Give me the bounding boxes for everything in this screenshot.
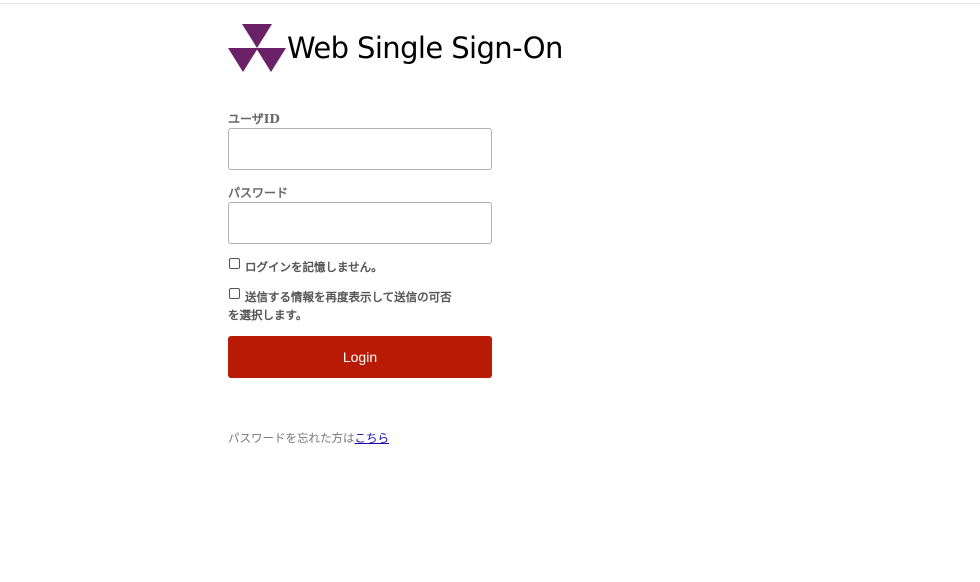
remember-option: ログインを記憶しません。 [228,258,478,276]
top-divider [0,3,980,4]
triangle-logo-icon [228,24,286,72]
consent-option: 送信する情報を再度表示して送信の可否を選択します。 [228,288,478,324]
remember-label: ログインを記憶しません。 [228,258,478,276]
forgot-password: パスワードを忘れた方はこちら [228,430,389,446]
login-button[interactable]: Login [228,336,492,378]
consent-checkbox[interactable] [229,288,240,299]
password-label: パスワード [228,186,289,200]
forgot-password-text: パスワードを忘れた方は [228,431,355,445]
page-title: Web Single Sign-On [287,31,563,65]
user-id-input[interactable] [228,128,492,170]
forgot-password-link[interactable]: こちら [355,431,390,445]
user-id-label: ユーザID [228,112,280,126]
consent-label-line2: を選択します。 [228,308,308,322]
remember-label-text: ログインを記憶しません。 [245,260,383,274]
remember-checkbox[interactable] [229,258,240,269]
password-input[interactable] [228,202,492,244]
consent-label-line1: 送信する情報を再度表示して送信の可否 [245,290,452,304]
consent-label: 送信する情報を再度表示して送信の可否を選択します。 [228,288,478,324]
